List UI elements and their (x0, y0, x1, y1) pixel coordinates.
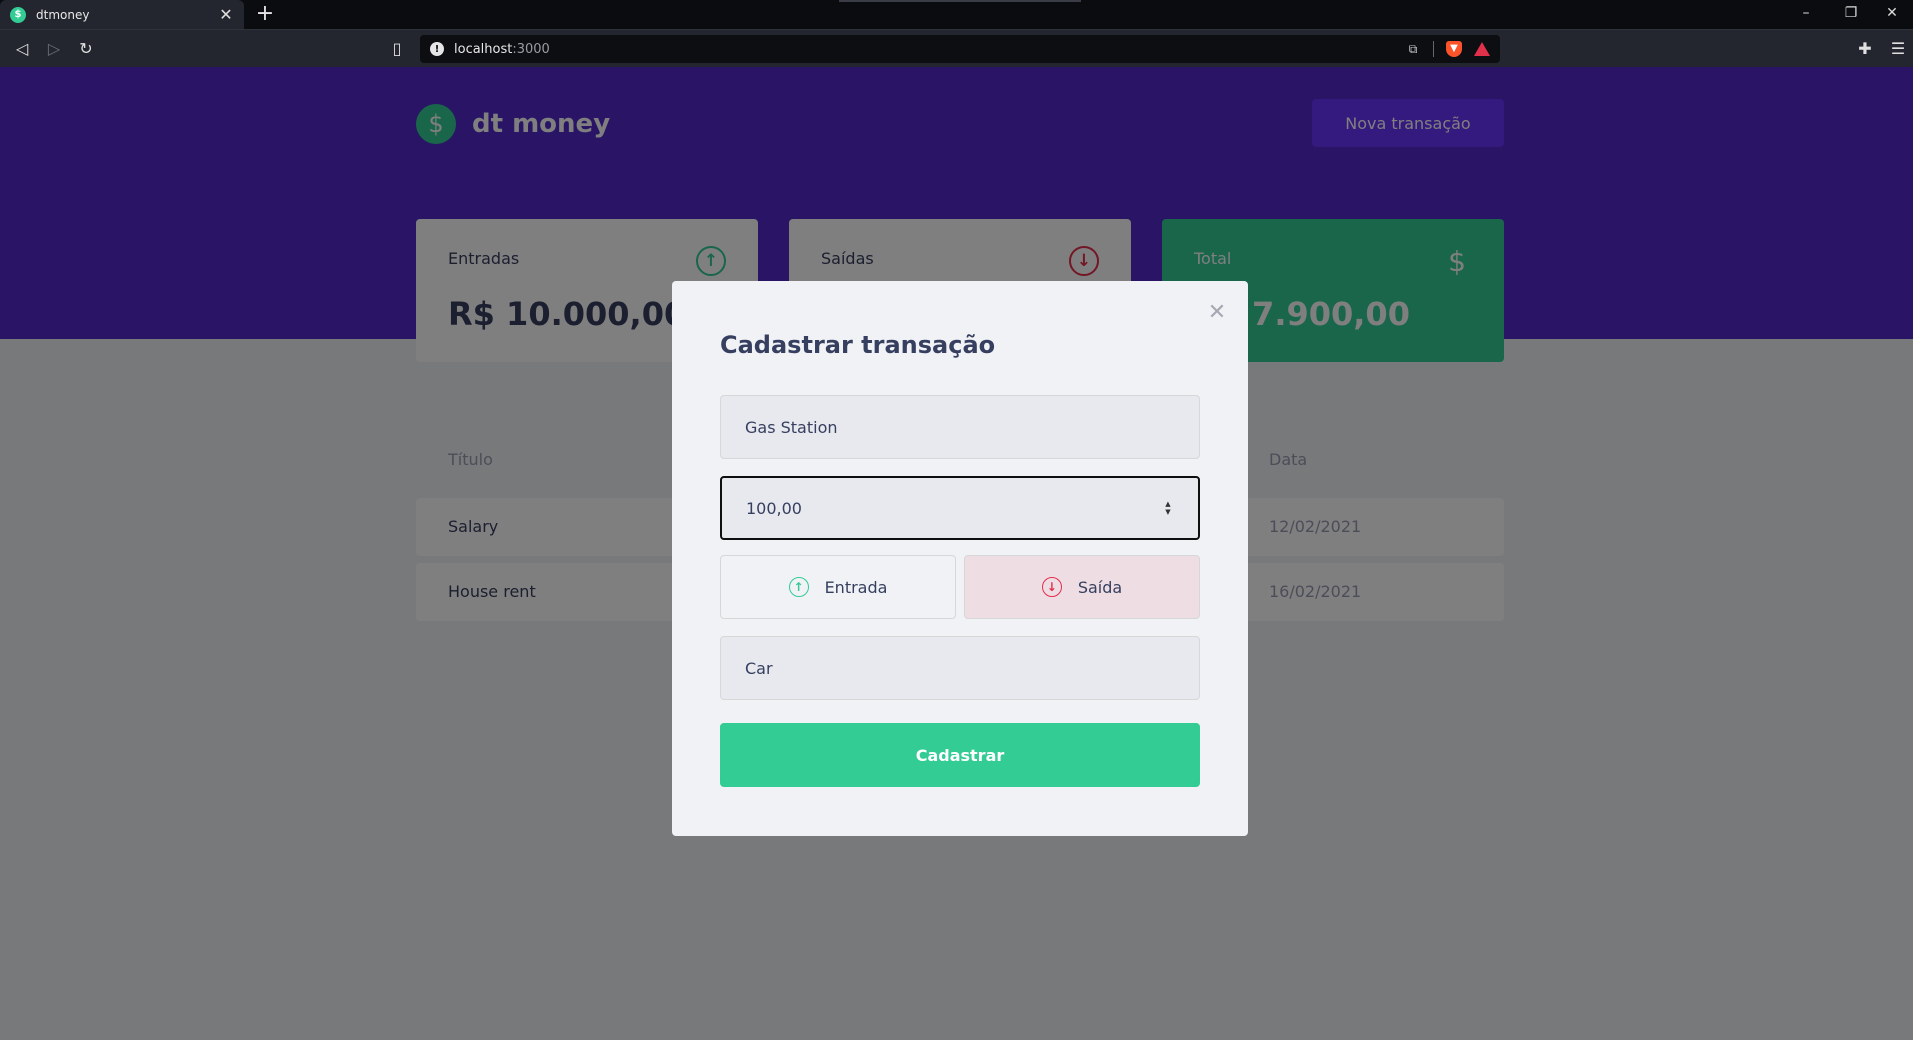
new-transaction-modal: Cadastrar transação Gas Station 100,00 ▲… (672, 281, 1248, 836)
minimize-icon[interactable]: – (1786, 0, 1826, 29)
info-icon[interactable]: ! (430, 42, 444, 56)
brave-shield-icon[interactable]: ▼ (1446, 41, 1462, 57)
amount-input[interactable]: 100,00 ▲ ▼ (720, 476, 1200, 540)
income-type-button[interactable]: ↑ Entrada (720, 555, 956, 619)
tab-title: dtmoney (36, 7, 90, 22)
arrow-up-circle-icon: ↑ (788, 577, 809, 597)
submit-button[interactable]: Cadastrar (720, 723, 1200, 787)
back-icon[interactable]: ◁ (9, 36, 35, 62)
drag-handle (839, 0, 1081, 2)
forward-icon[interactable]: ▷ (41, 36, 67, 62)
modal-close-icon[interactable]: ✕ (1205, 301, 1229, 325)
window-close-icon[interactable]: ✕ (1872, 0, 1912, 29)
translate-icon[interactable]: ⧉ (1405, 41, 1421, 57)
browser-tab[interactable]: $ dtmoney ✕ (0, 0, 244, 29)
number-spinner-icon[interactable]: ▲ ▼ (1162, 500, 1174, 516)
browser-titlebar: $ dtmoney ✕ + – ❐ ✕ (0, 0, 1913, 29)
outcome-type-label: Saída (1077, 577, 1123, 597)
menu-icon[interactable]: ☰ (1885, 36, 1911, 62)
restore-icon[interactable]: ❐ (1831, 0, 1871, 29)
modal-title: Cadastrar transação (720, 331, 996, 359)
tab-close-icon[interactable]: ✕ (218, 5, 234, 24)
address-bar[interactable]: ! localhost:3000 ⧉ ▼ (420, 35, 1500, 63)
new-tab-button[interactable]: + (253, 1, 277, 27)
url-text: localhost:3000 (454, 41, 550, 57)
title-input[interactable]: Gas Station (720, 395, 1200, 459)
income-type-label: Entrada (824, 577, 888, 597)
browser-toolbar: ◁ ▷ ↻ ▯ ! localhost:3000 ⧉ ▼ ✚ ☰ (0, 29, 1913, 67)
reload-icon[interactable]: ↻ (73, 36, 99, 62)
bookmark-icon[interactable]: ▯ (384, 36, 410, 62)
outcome-type-button[interactable]: ↓ Saída (964, 555, 1200, 619)
category-input[interactable]: Car (720, 636, 1200, 700)
separator (1433, 41, 1434, 57)
extensions-icon[interactable]: ✚ (1852, 36, 1878, 62)
arrow-down-circle-icon: ↓ (1041, 577, 1062, 597)
brave-rewards-icon[interactable] (1474, 42, 1490, 56)
dollar-favicon-icon: $ (10, 6, 26, 23)
